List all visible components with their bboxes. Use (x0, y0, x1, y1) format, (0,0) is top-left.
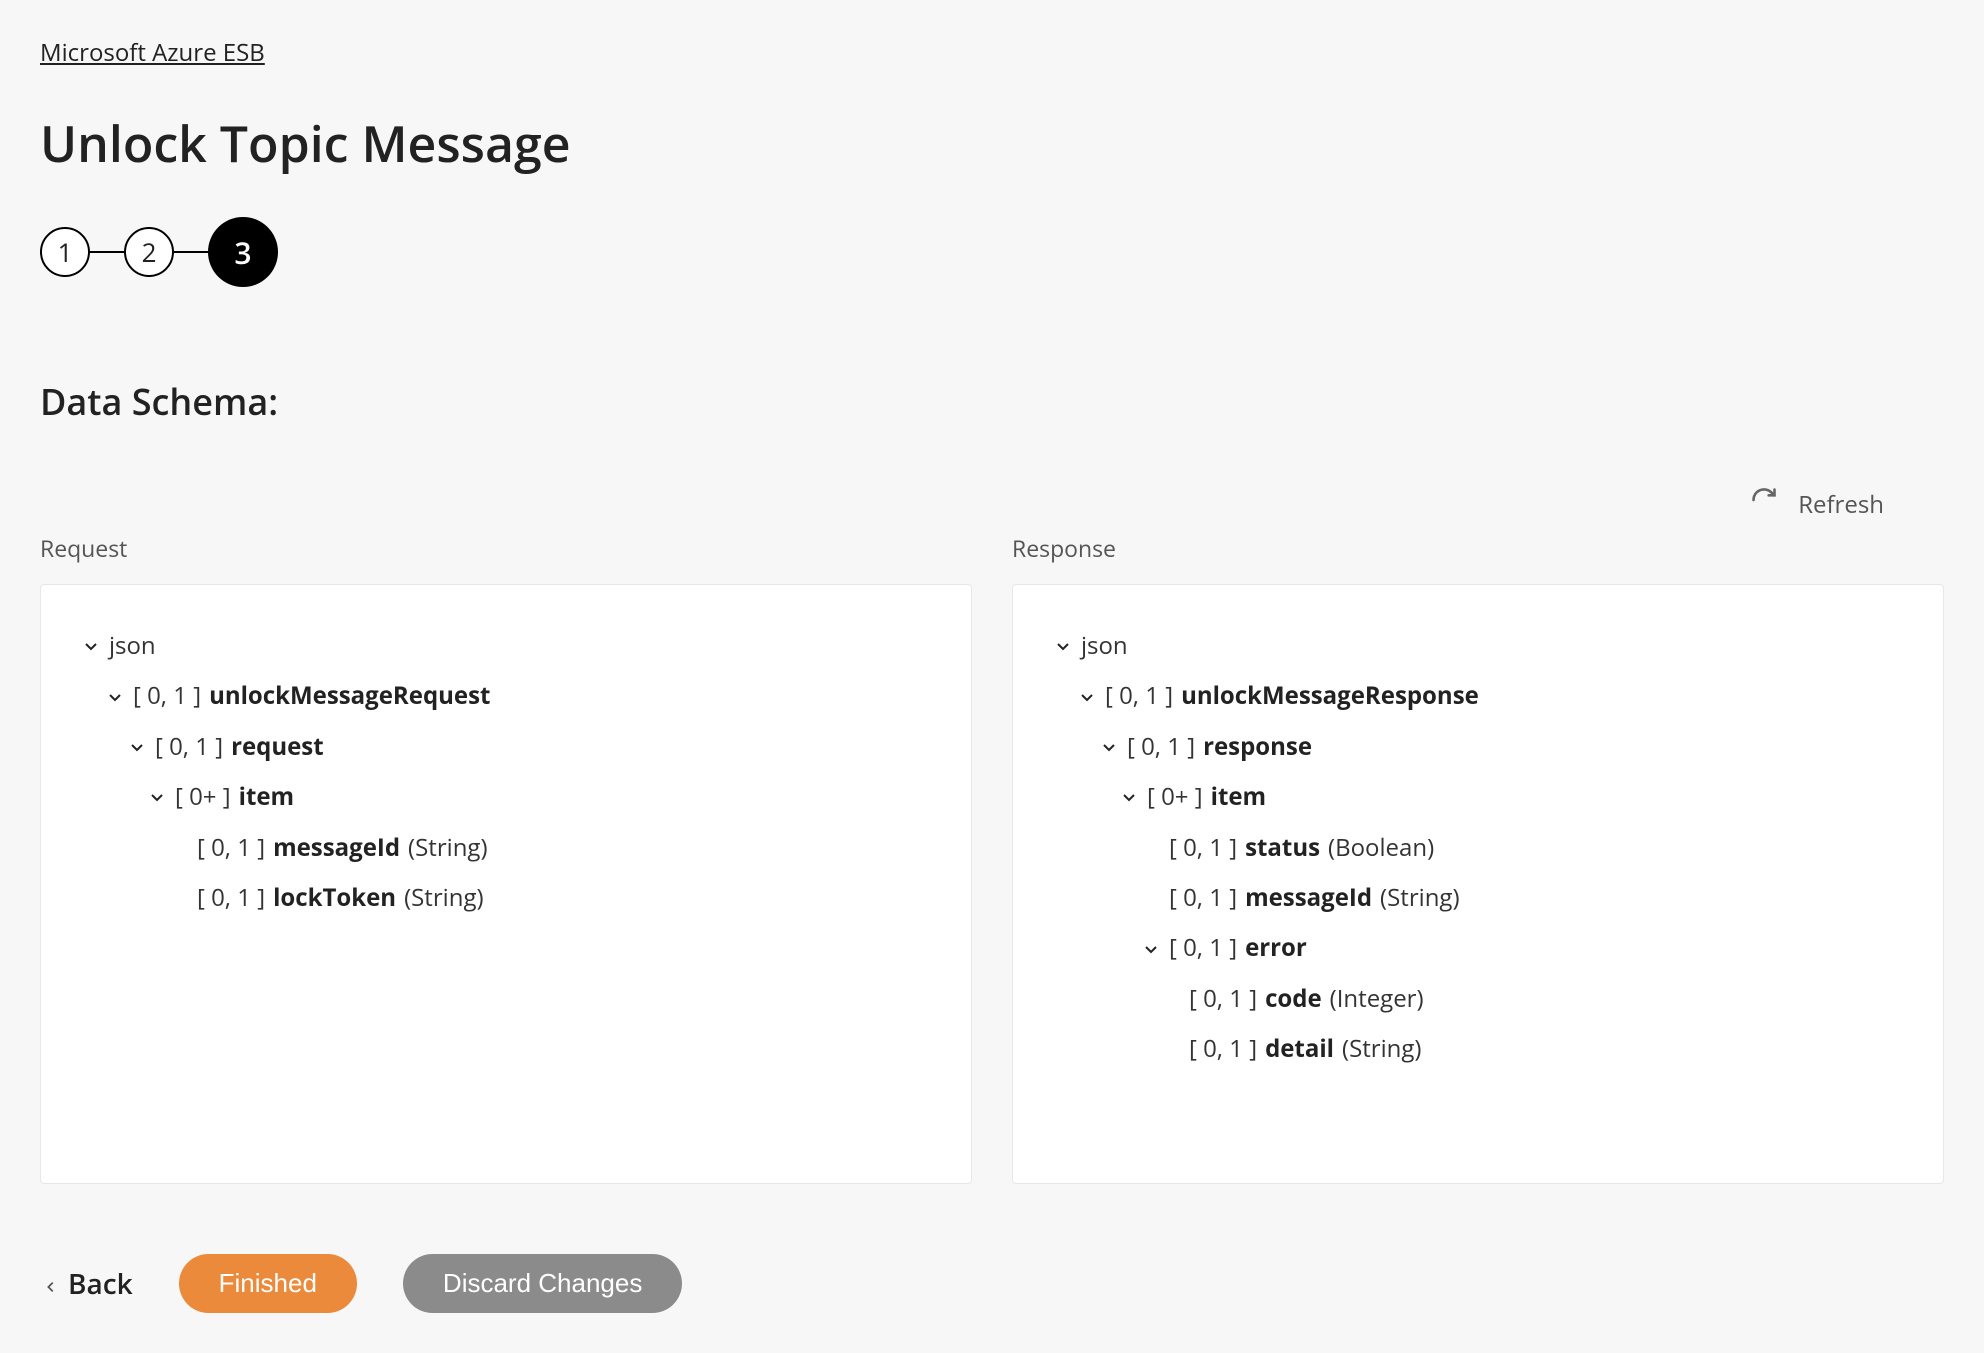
tree-row: [ 0, 1 ] unlockMessageRequest (81, 671, 931, 721)
field-type: (String) (1342, 1030, 1422, 1068)
field-name: status (1245, 829, 1320, 867)
field-name: item (1211, 778, 1267, 816)
field-name: lockToken (273, 879, 396, 917)
field-name: unlockMessageRequest (209, 677, 490, 715)
tree-node-label: json (109, 627, 156, 665)
field-type: (String) (408, 829, 488, 867)
tree-row: [ 0, 1 ] status (Boolean) (1053, 823, 1903, 873)
breadcrumb-link[interactable]: Microsoft Azure ESB (40, 36, 265, 69)
field-name: messageId (1245, 879, 1372, 917)
step-separator (90, 251, 124, 253)
response-panel: json [ 0, 1 ] unlockMessageResponse [ 0,… (1012, 584, 1944, 1184)
chevron-down-icon[interactable] (147, 787, 167, 807)
tree-row: [ 0, 1 ] response (1053, 722, 1903, 772)
request-column: Request json [ 0, 1 ] unlockMessageReque… (40, 532, 972, 1184)
cardinality: [ 0, 1 ] (1127, 728, 1195, 766)
finished-button[interactable]: Finished (179, 1254, 357, 1313)
footer-actions: Back Finished Discard Changes (40, 1254, 1944, 1313)
field-name: detail (1265, 1030, 1334, 1068)
step-3[interactable]: 3 (208, 217, 278, 287)
step-2[interactable]: 2 (124, 227, 174, 277)
tree-row: json (81, 621, 931, 671)
field-name: messageId (273, 829, 400, 867)
request-panel: json [ 0, 1 ] unlockMessageRequest [ 0, … (40, 584, 972, 1184)
chevron-down-icon[interactable] (105, 687, 125, 707)
field-name: item (239, 778, 295, 816)
cardinality: [ 0, 1 ] (1189, 1030, 1257, 1068)
tree-row: json (1053, 621, 1903, 671)
refresh-button[interactable]: Refresh (1750, 486, 1884, 522)
tree-row: [ 0, 1 ] detail (String) (1053, 1024, 1903, 1074)
cardinality: [ 0, 1 ] (1105, 677, 1173, 715)
tree-node-label: json (1081, 627, 1128, 665)
field-type: (Integer) (1330, 980, 1424, 1018)
cardinality: [ 0+ ] (1147, 778, 1203, 816)
refresh-icon (1750, 486, 1778, 522)
field-type: (Boolean) (1328, 829, 1434, 867)
chevron-down-icon[interactable] (1119, 787, 1139, 807)
response-label: Response (1012, 532, 1944, 564)
request-label: Request (40, 532, 972, 564)
response-column: Response json [ 0, 1 ] unlockMessageResp… (1012, 532, 1944, 1184)
cardinality: [ 0, 1 ] (197, 879, 265, 917)
field-name: unlockMessageResponse (1181, 677, 1479, 715)
tree-row: [ 0, 1 ] unlockMessageResponse (1053, 671, 1903, 721)
tree-row: [ 0, 1 ] code (Integer) (1053, 974, 1903, 1024)
field-name: response (1203, 728, 1312, 766)
field-name: request (231, 728, 324, 766)
page-title: Unlock Topic Message (40, 109, 1944, 177)
cardinality: [ 0, 1 ] (1169, 829, 1237, 867)
chevron-down-icon[interactable] (1053, 636, 1073, 656)
tree-row: [ 0, 1 ] error (1053, 923, 1903, 973)
chevron-down-icon[interactable] (81, 636, 101, 656)
cardinality: [ 0, 1 ] (1169, 929, 1237, 967)
chevron-left-icon (44, 1265, 58, 1303)
step-1[interactable]: 1 (40, 227, 90, 277)
chevron-down-icon[interactable] (1099, 737, 1119, 757)
cardinality: [ 0+ ] (175, 778, 231, 816)
tree-row: [ 0, 1 ] messageId (String) (1053, 873, 1903, 923)
back-label: Back (68, 1265, 133, 1303)
back-button[interactable]: Back (44, 1265, 133, 1303)
step-indicator: 1 2 3 (40, 217, 1944, 287)
discard-changes-button[interactable]: Discard Changes (403, 1254, 682, 1313)
cardinality: [ 0, 1 ] (1169, 879, 1237, 917)
chevron-down-icon[interactable] (1077, 687, 1097, 707)
cardinality: [ 0, 1 ] (197, 829, 265, 867)
field-type: (String) (1380, 879, 1460, 917)
section-title: Data Schema: (40, 377, 1944, 426)
field-name: code (1265, 980, 1322, 1018)
cardinality: [ 0, 1 ] (1189, 980, 1257, 1018)
chevron-down-icon[interactable] (1141, 939, 1161, 959)
cardinality: [ 0, 1 ] (133, 677, 201, 715)
cardinality: [ 0, 1 ] (155, 728, 223, 766)
tree-row: [ 0+ ] item (1053, 772, 1903, 822)
step-separator (174, 251, 208, 253)
tree-row: [ 0, 1 ] messageId (String) (81, 823, 931, 873)
refresh-label: Refresh (1798, 488, 1884, 521)
tree-row: [ 0, 1 ] request (81, 722, 931, 772)
field-type: (String) (404, 879, 484, 917)
chevron-down-icon[interactable] (127, 737, 147, 757)
tree-row: [ 0+ ] item (81, 772, 931, 822)
field-name: error (1245, 929, 1307, 967)
tree-row: [ 0, 1 ] lockToken (String) (81, 873, 931, 923)
